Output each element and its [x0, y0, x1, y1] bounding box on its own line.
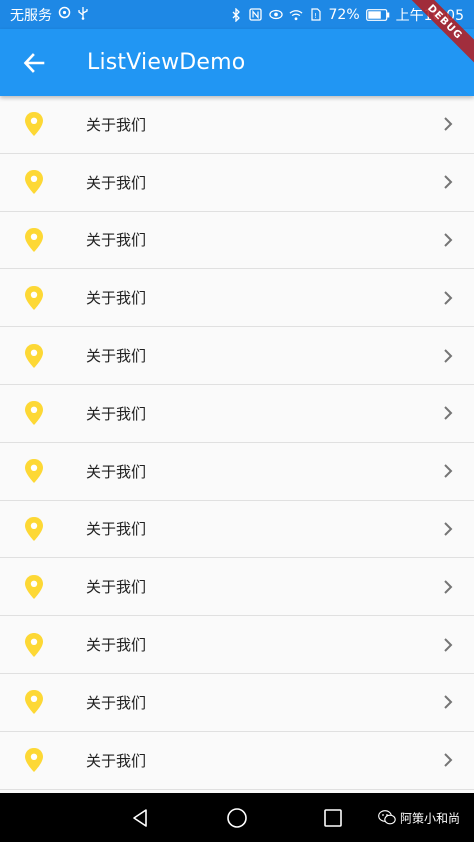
list-item[interactable]: 关于我们 — [0, 558, 474, 617]
battery-icon — [365, 8, 390, 22]
watermark-text: 阿策小和尚 — [399, 811, 460, 825]
list-item[interactable]: 关于我们 — [0, 673, 474, 732]
status-left: 无服务 — [10, 5, 89, 25]
square-recents-icon — [324, 808, 342, 827]
nfc-icon — [249, 8, 263, 22]
list-item[interactable]: 关于我们 — [0, 211, 474, 270]
circle-home-icon — [227, 807, 247, 828]
list-view[interactable]: 关于我们 关于我们 关于我们 关于我们 关于我们 关于我们 关于我们 关于我们 关于我们 关于我们… — [0, 96, 474, 793]
nav-buttons — [117, 794, 357, 842]
location-pin-icon — [0, 400, 68, 426]
clock-time: 上午10:05 — [395, 7, 464, 24]
page-title: ListViewDemo — [87, 50, 246, 75]
nav-home-button[interactable] — [213, 794, 261, 842]
back-button[interactable] — [6, 35, 62, 91]
list-item-title: 关于我们 — [86, 115, 147, 134]
sim-icon: ! — [309, 8, 323, 22]
list-item[interactable]: 关于我们 — [0, 96, 474, 154]
list-item[interactable]: 关于我们 — [0, 384, 474, 443]
list-item-title: 关于我们 — [86, 404, 147, 423]
chevron-right-icon — [422, 463, 474, 479]
sync-icon — [58, 6, 71, 23]
location-pin-icon — [0, 689, 68, 715]
list-item-title: 关于我们 — [86, 636, 147, 655]
nav-back-button[interactable] — [117, 794, 165, 842]
svg-text:!: ! — [314, 12, 317, 20]
location-pin-icon — [0, 516, 68, 542]
app-bar: ListViewDemo — [0, 29, 474, 96]
navigation-bar: 阿策小和尚 — [0, 793, 474, 842]
usb-icon — [77, 6, 89, 24]
list-item[interactable]: 关于我们 — [0, 731, 474, 790]
bluetooth-icon — [229, 7, 243, 22]
list-item-title: 关于我们 — [86, 693, 147, 712]
status-bar: 无服务 ! 72% 上午10:05 — [0, 0, 474, 29]
chevron-right-icon — [422, 521, 474, 537]
list-item-title: 关于我们 — [86, 347, 147, 366]
chevron-right-icon — [422, 174, 474, 190]
list-item-title: 关于我们 — [86, 520, 147, 539]
nav-recents-button[interactable] — [309, 794, 357, 842]
chevron-right-icon — [422, 752, 474, 768]
list-item[interactable]: 关于我们 — [0, 616, 474, 674]
location-pin-icon — [0, 574, 68, 600]
chevron-right-icon — [422, 116, 474, 132]
chevron-right-icon — [422, 637, 474, 653]
carrier-label: 无服务 — [10, 7, 52, 24]
chevron-right-icon — [422, 232, 474, 248]
location-pin-icon — [0, 458, 68, 484]
list-item-title: 关于我们 — [86, 231, 147, 250]
list-item[interactable]: 关于我们 — [0, 500, 474, 559]
chevron-right-icon — [422, 405, 474, 421]
chevron-right-icon — [422, 694, 474, 710]
triangle-back-icon — [133, 808, 147, 827]
list-item[interactable]: 关于我们 — [0, 327, 474, 385]
status-right: ! 72% 上午10:05 — [229, 5, 464, 25]
list-item[interactable]: 关于我们 — [0, 442, 474, 501]
chevron-right-icon — [422, 579, 474, 595]
location-pin-icon — [0, 111, 68, 137]
location-pin-icon — [0, 169, 68, 195]
list-item-title: 关于我们 — [86, 173, 147, 192]
list-item-title: 关于我们 — [86, 289, 147, 308]
wifi-icon — [289, 8, 303, 22]
chevron-right-icon — [422, 348, 474, 364]
location-pin-icon — [0, 285, 68, 311]
eye-icon — [268, 8, 283, 22]
list-item-title: 关于我们 — [86, 578, 147, 597]
list-item[interactable]: 关于我们 — [0, 269, 474, 328]
wechat-icon — [378, 810, 396, 825]
location-pin-icon — [0, 343, 68, 369]
chevron-right-icon — [422, 290, 474, 306]
location-pin-icon — [0, 227, 68, 253]
arrow-back-icon — [23, 52, 45, 73]
location-pin-icon — [0, 747, 68, 773]
location-pin-icon — [0, 632, 68, 658]
watermark: 阿策小和尚 — [378, 809, 460, 826]
list-item-title: 关于我们 — [86, 751, 147, 770]
list-item[interactable]: 关于我们 — [0, 153, 474, 212]
list-item-title: 关于我们 — [86, 462, 147, 481]
battery-percent: 72% — [328, 6, 360, 23]
